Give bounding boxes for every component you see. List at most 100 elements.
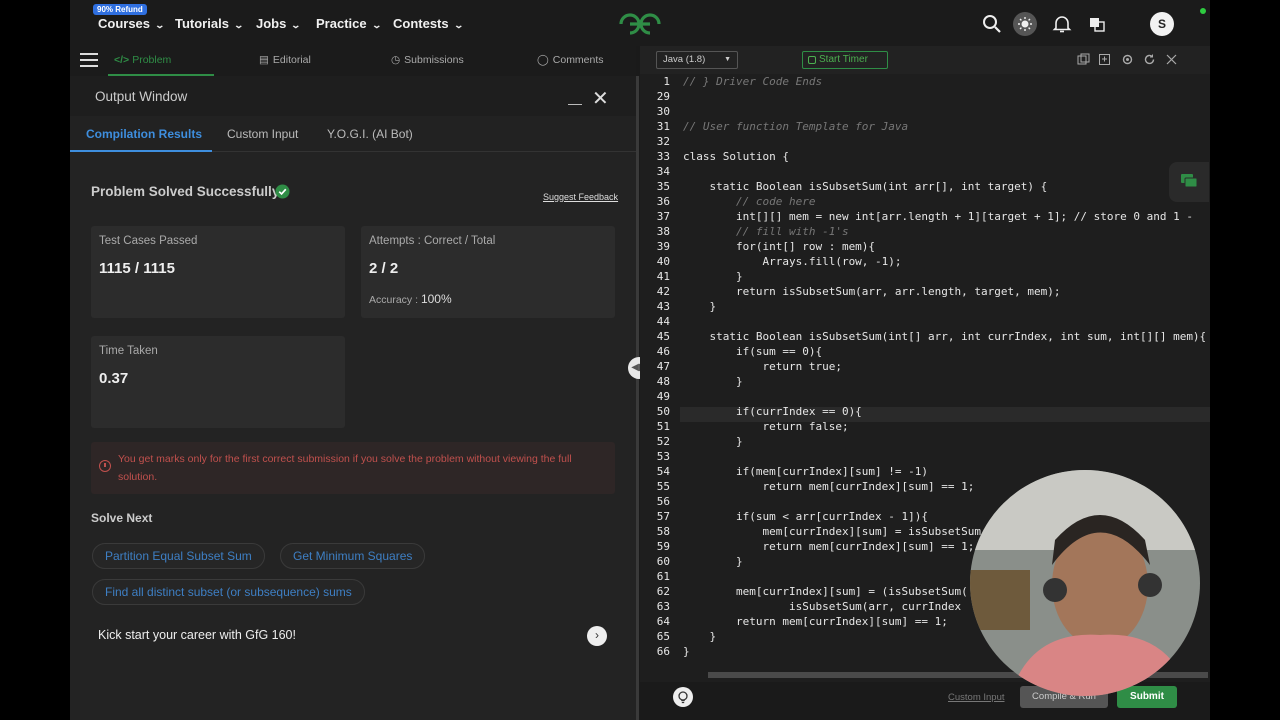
line-number: 42: [656, 285, 670, 298]
output-window-title: Output Window: [95, 89, 188, 104]
panel-divider[interactable]: [636, 76, 639, 720]
tab-compilation-results[interactable]: Compilation Results: [86, 127, 202, 141]
nav-courses[interactable]: Courses ⌄: [98, 16, 165, 31]
attempts-label: Attempts : Correct / Total: [369, 235, 496, 247]
nav-jobs[interactable]: Jobs ⌄: [256, 16, 301, 31]
line-number: 49: [656, 390, 670, 403]
line-number: 39: [656, 240, 670, 253]
chat-button[interactable]: [1169, 162, 1209, 202]
code-line: }: [683, 630, 717, 643]
solve-next-chip[interactable]: Find all distinct subset (or subsequence…: [92, 579, 365, 605]
gfg-logo[interactable]: [616, 10, 664, 38]
line-number: 58: [656, 525, 670, 538]
line-number: 60: [656, 555, 670, 568]
marks-warning-text: You get marks only for the first correct…: [118, 453, 572, 483]
line-number: 41: [656, 270, 670, 283]
solve-next-chip[interactable]: Partition Equal Subset Sum: [92, 543, 265, 569]
solve-next-chip[interactable]: Get Minimum Squares: [280, 543, 426, 569]
test-cases-label: Test Cases Passed: [99, 235, 198, 247]
line-number: 32: [656, 135, 670, 148]
code-line: }: [683, 270, 743, 283]
line-number: 35: [656, 180, 670, 193]
top-navbar: 90% Refund Courses ⌄ Tutorials ⌄ Jobs ⌄ Pra…: [70, 0, 1210, 46]
line-number: 36: [656, 195, 670, 208]
tab-yogi-ai-bot[interactable]: Y.O.G.I. (AI Bot): [327, 127, 413, 141]
line-number: 29: [656, 90, 670, 103]
custom-input-link[interactable]: Custom Input: [948, 692, 1005, 703]
refund-badge: 90% Refund: [93, 4, 147, 15]
time-taken-value: 0.37: [99, 370, 129, 387]
line-number: 63: [656, 600, 670, 613]
language-select[interactable]: Java (1.8) ▼: [656, 51, 738, 69]
line-number: 61: [656, 570, 670, 583]
code-line: isSubsetSum(arr, currIndex: [683, 600, 962, 613]
info-icon: [99, 460, 111, 472]
code-line: }: [683, 375, 743, 388]
line-number: 1: [663, 75, 670, 88]
check-circle-icon: [275, 184, 290, 199]
line-number: 43: [656, 300, 670, 313]
nav-practice[interactable]: Practice ⌄: [316, 16, 382, 31]
online-status-dot: [1200, 8, 1206, 14]
code-line: }: [683, 435, 743, 448]
line-number: 52: [656, 435, 670, 448]
line-number: 47: [656, 360, 670, 373]
code-line: return isSubsetSum(arr, arr.length, targ…: [683, 285, 1061, 298]
document-icon: ▤: [259, 54, 269, 66]
timer-icon: [808, 56, 816, 64]
line-number: 44: [656, 315, 670, 328]
tab-submissions[interactable]: ◷ Submissions: [391, 54, 464, 66]
nav-contests[interactable]: Contests ⌄: [393, 16, 464, 31]
tab-editorial[interactable]: ▤ Editorial: [259, 54, 311, 66]
code-line: if(sum < arr[currIndex - 1]){: [683, 510, 929, 523]
start-timer-button[interactable]: Start Timer: [802, 51, 888, 69]
comment-icon: ◯: [537, 54, 549, 66]
download-icon[interactable]: [1098, 53, 1111, 66]
minimize-icon[interactable]: [568, 104, 582, 105]
line-number-gutter: 1 29 30 31 32 33 34 35 36 37 38 39 40 41 42 43 44 45 46 47 4…: [640, 74, 680, 672]
problem-tabs: </> Problem ▤ Editorial ◷ Submissions ◯ Comm…: [70, 46, 636, 76]
translate-icon[interactable]: [1085, 12, 1109, 36]
line-number: 53: [656, 450, 670, 463]
copy-icon[interactable]: [1077, 53, 1090, 66]
line-number: 34: [656, 165, 670, 178]
accuracy: Accuracy : 100%: [369, 292, 452, 306]
time-taken-card: Time Taken 0.37: [91, 336, 345, 428]
test-cases-card: Test Cases Passed 1115 / 1115: [91, 226, 345, 318]
nav-tutorials[interactable]: Tutorials ⌄: [175, 16, 244, 31]
line-number: 33: [656, 150, 670, 163]
settings-icon[interactable]: [1121, 53, 1134, 66]
chevron-right-icon[interactable]: ›: [587, 626, 607, 646]
editor-toolbar: Java (1.8) ▼ Start Timer: [640, 46, 1210, 74]
code-line: int[][] mem = new int[arr.length + 1][ta…: [683, 210, 1193, 223]
reset-icon[interactable]: [1143, 53, 1156, 66]
line-number: 50: [656, 405, 670, 418]
code-line: // code here: [683, 195, 816, 208]
code-line: static Boolean isSubsetSum(int[] arr, in…: [683, 330, 1207, 343]
search-icon[interactable]: [980, 12, 1004, 36]
lightbulb-icon[interactable]: [673, 687, 693, 707]
suggest-feedback-link[interactable]: Suggest Feedback: [543, 192, 618, 202]
user-avatar[interactable]: S: [1150, 12, 1174, 36]
submit-button[interactable]: Submit: [1117, 686, 1177, 708]
close-icon[interactable]: ✕: [592, 86, 609, 111]
solve-next-title: Solve Next: [91, 511, 153, 525]
code-line: mem[currIndex][sum] = isSubsetSum: [683, 525, 982, 538]
line-number: 40: [656, 255, 670, 268]
webcam-overlay: [970, 470, 1200, 696]
time-taken-label: Time Taken: [99, 345, 158, 357]
code-line: }: [683, 555, 743, 568]
line-number: 37: [656, 210, 670, 223]
code-line: mem[currIndex][sum] = (isSubsetSum(: [683, 585, 968, 598]
tab-custom-input[interactable]: Custom Input: [227, 127, 298, 141]
tab-comments[interactable]: ◯ Comments: [537, 54, 604, 66]
line-number: 56: [656, 495, 670, 508]
fullscreen-icon[interactable]: [1165, 53, 1178, 66]
kickstart-banner-text: Kick start your career with GfG 160!: [98, 628, 296, 642]
tab-problem[interactable]: </> Problem: [114, 54, 171, 66]
code-line: static Boolean isSubsetSum(int arr[], in…: [683, 180, 1048, 193]
bell-icon[interactable]: [1050, 12, 1074, 36]
clock-icon: ◷: [391, 54, 401, 66]
theme-toggle-icon[interactable]: [1013, 12, 1037, 36]
hamburger-menu-icon[interactable]: [80, 53, 98, 67]
